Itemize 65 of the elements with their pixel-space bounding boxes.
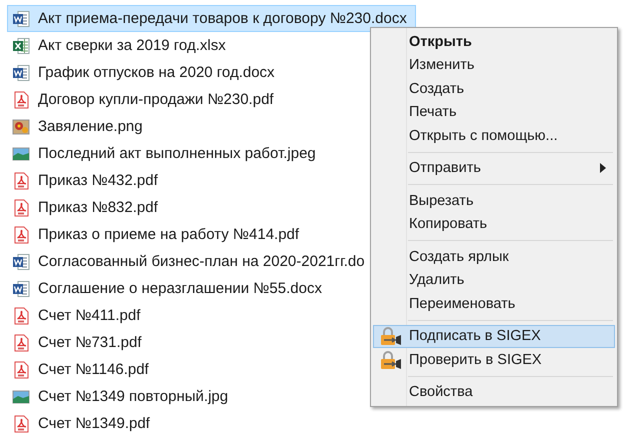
menu-item[interactable]: Копировать (373, 212, 615, 236)
menu-item[interactable]: Создать (373, 77, 615, 100)
menu-item[interactable]: Подписать в SIGEX (373, 324, 615, 348)
file-name: Счет №731.pdf (38, 334, 142, 351)
padlock-pen-icon (378, 326, 402, 346)
file-item[interactable]: Счет №1349.pdf (7, 410, 159, 437)
word-document-icon (12, 252, 30, 270)
flower-image-icon (12, 118, 30, 136)
file-item[interactable]: Счет №731.pdf (7, 329, 150, 356)
file-name: Приказ №832.pdf (38, 199, 158, 216)
file-item[interactable]: Соглашение о неразглашении №55.docx (7, 275, 331, 302)
menu-item[interactable]: Отправить (373, 156, 615, 180)
menu-item[interactable]: Проверить в SIGEX (373, 348, 615, 372)
word-document-icon (12, 10, 30, 28)
pdf-file-icon (12, 414, 30, 432)
menu-item[interactable]: Удалить (373, 268, 615, 292)
menu-item[interactable]: Открыть (373, 30, 615, 54)
menu-item[interactable]: Вырезать (373, 189, 615, 212)
menu-item[interactable]: Свойства (373, 380, 615, 404)
landscape-image-icon (12, 144, 30, 162)
file-item[interactable]: Договор купли-продажи №230.pdf (7, 86, 283, 113)
pdf-file-icon (12, 198, 30, 216)
file-name: Счет №1349.pdf (38, 415, 150, 432)
file-name: Акт сверки за 2019 год.xlsx (38, 37, 226, 54)
word-document-icon (12, 64, 30, 82)
menu-item[interactable]: Переименовать (373, 292, 615, 316)
menu-item[interactable]: Открыть с помощью... (373, 124, 615, 148)
file-name: График отпусков на 2020 год.docx (38, 64, 275, 81)
pdf-file-icon (12, 226, 30, 244)
file-item[interactable]: Согласованный бизнес-план на 2020-2021гг.do (7, 248, 374, 275)
file-name: Приказ №432.pdf (38, 172, 158, 189)
padlock-pen-icon (378, 350, 402, 370)
file-item[interactable]: Последний акт выполненных работ.jpeg (7, 140, 325, 167)
file-item[interactable]: Приказ №432.pdf (7, 167, 167, 194)
file-name: Акт приема-передачи товаров к договору №230.docx (38, 10, 407, 27)
pdf-file-icon (12, 90, 30, 108)
menu-item[interactable]: Изменить (373, 54, 615, 77)
pdf-file-icon (12, 172, 30, 190)
spreadsheet-icon (12, 36, 30, 54)
file-item[interactable]: Акт приема-передачи товаров к договору №230.docx (7, 5, 416, 32)
word-document-icon (12, 280, 30, 298)
file-item[interactable]: Счет №1349 повторный.jpg (7, 383, 238, 410)
file-name: Счет №1349 повторный.jpg (38, 388, 228, 405)
file-item[interactable]: Приказ о приеме на работу №414.pdf (7, 221, 308, 248)
landscape-image-icon (12, 388, 30, 406)
file-name: Завяление.png (38, 118, 143, 135)
pdf-file-icon (12, 360, 30, 378)
file-name: Последний акт выполненных работ.jpeg (38, 145, 316, 162)
file-name: Счет №411.pdf (38, 307, 140, 324)
file-name: Договор купли-продажи №230.pdf (38, 91, 274, 108)
file-item[interactable]: Приказ №832.pdf (7, 194, 167, 221)
pdf-file-icon (12, 334, 30, 352)
file-item[interactable]: Завяление.png (7, 113, 152, 140)
menu-item[interactable]: Печать (373, 100, 615, 124)
file-item[interactable]: График отпусков на 2020 год.docx (7, 59, 284, 86)
menu-item[interactable]: Создать ярлык (373, 245, 615, 268)
file-item[interactable]: Акт сверки за 2019 год.xlsx (7, 32, 235, 59)
pdf-file-icon (12, 306, 30, 324)
file-item[interactable]: Счет №1146.pdf (7, 356, 158, 383)
file-name: Согласованный бизнес-план на 2020-2021гг.do (38, 253, 365, 270)
file-name: Приказ о приеме на работу №414.pdf (38, 226, 300, 243)
submenu-arrow-icon (600, 163, 606, 174)
file-name: Соглашение о неразглашении №55.docx (38, 280, 322, 297)
file-name: Счет №1146.pdf (38, 361, 149, 378)
file-item[interactable]: Счет №411.pdf (7, 302, 150, 329)
